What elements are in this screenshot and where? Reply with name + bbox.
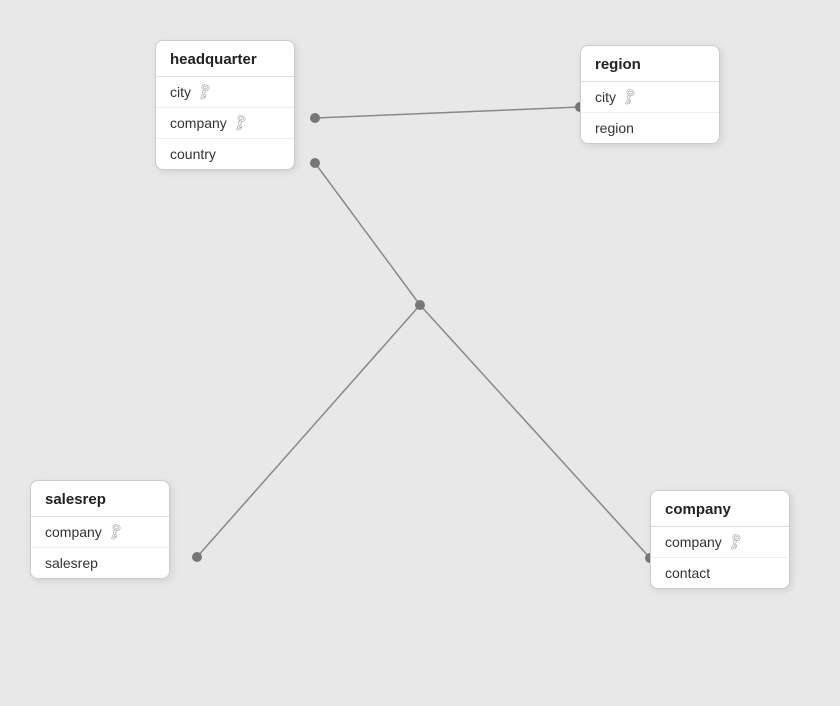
hq-row-city: city 🗝	[156, 77, 294, 108]
table-headquarter-title: headquarter	[156, 41, 294, 77]
company-contact-label: contact	[665, 565, 710, 581]
company-company-key-icon: 🗝	[724, 531, 746, 553]
company-row-company: company 🗝	[651, 527, 789, 558]
hq-city-label: city	[170, 84, 191, 100]
salesrep-row-salesrep: salesrep	[31, 548, 169, 578]
table-region-title: region	[581, 46, 719, 82]
company-row-contact: contact	[651, 558, 789, 588]
table-company-title: company	[651, 491, 789, 527]
company-company-label: company	[665, 534, 722, 550]
salesrep-salesrep-label: salesrep	[45, 555, 98, 571]
region-region-label: region	[595, 120, 634, 136]
hq-country-label: country	[170, 146, 216, 162]
diagram-container: headquarter city 🗝 company 🗝 country reg…	[0, 0, 840, 706]
table-region: region city 🗝 region	[580, 45, 720, 144]
table-salesrep-title: salesrep	[31, 481, 169, 517]
region-row-region: region	[581, 113, 719, 143]
hq-company-key-icon: 🗝	[229, 112, 251, 134]
salesrep-company-key-icon: 🗝	[104, 521, 126, 543]
table-headquarter: headquarter city 🗝 company 🗝 country	[155, 40, 295, 170]
hq-row-company: company 🗝	[156, 108, 294, 139]
salesrep-row-company: company 🗝	[31, 517, 169, 548]
region-city-label: city	[595, 89, 616, 105]
region-city-key-icon: 🗝	[618, 86, 640, 108]
table-company: company company 🗝 contact	[650, 490, 790, 589]
hq-company-label: company	[170, 115, 227, 131]
hq-row-country: country	[156, 139, 294, 169]
salesrep-company-label: company	[45, 524, 102, 540]
region-row-city: city 🗝	[581, 82, 719, 113]
table-salesrep: salesrep company 🗝 salesrep	[30, 480, 170, 579]
hq-city-key-icon: 🗝	[193, 81, 215, 103]
